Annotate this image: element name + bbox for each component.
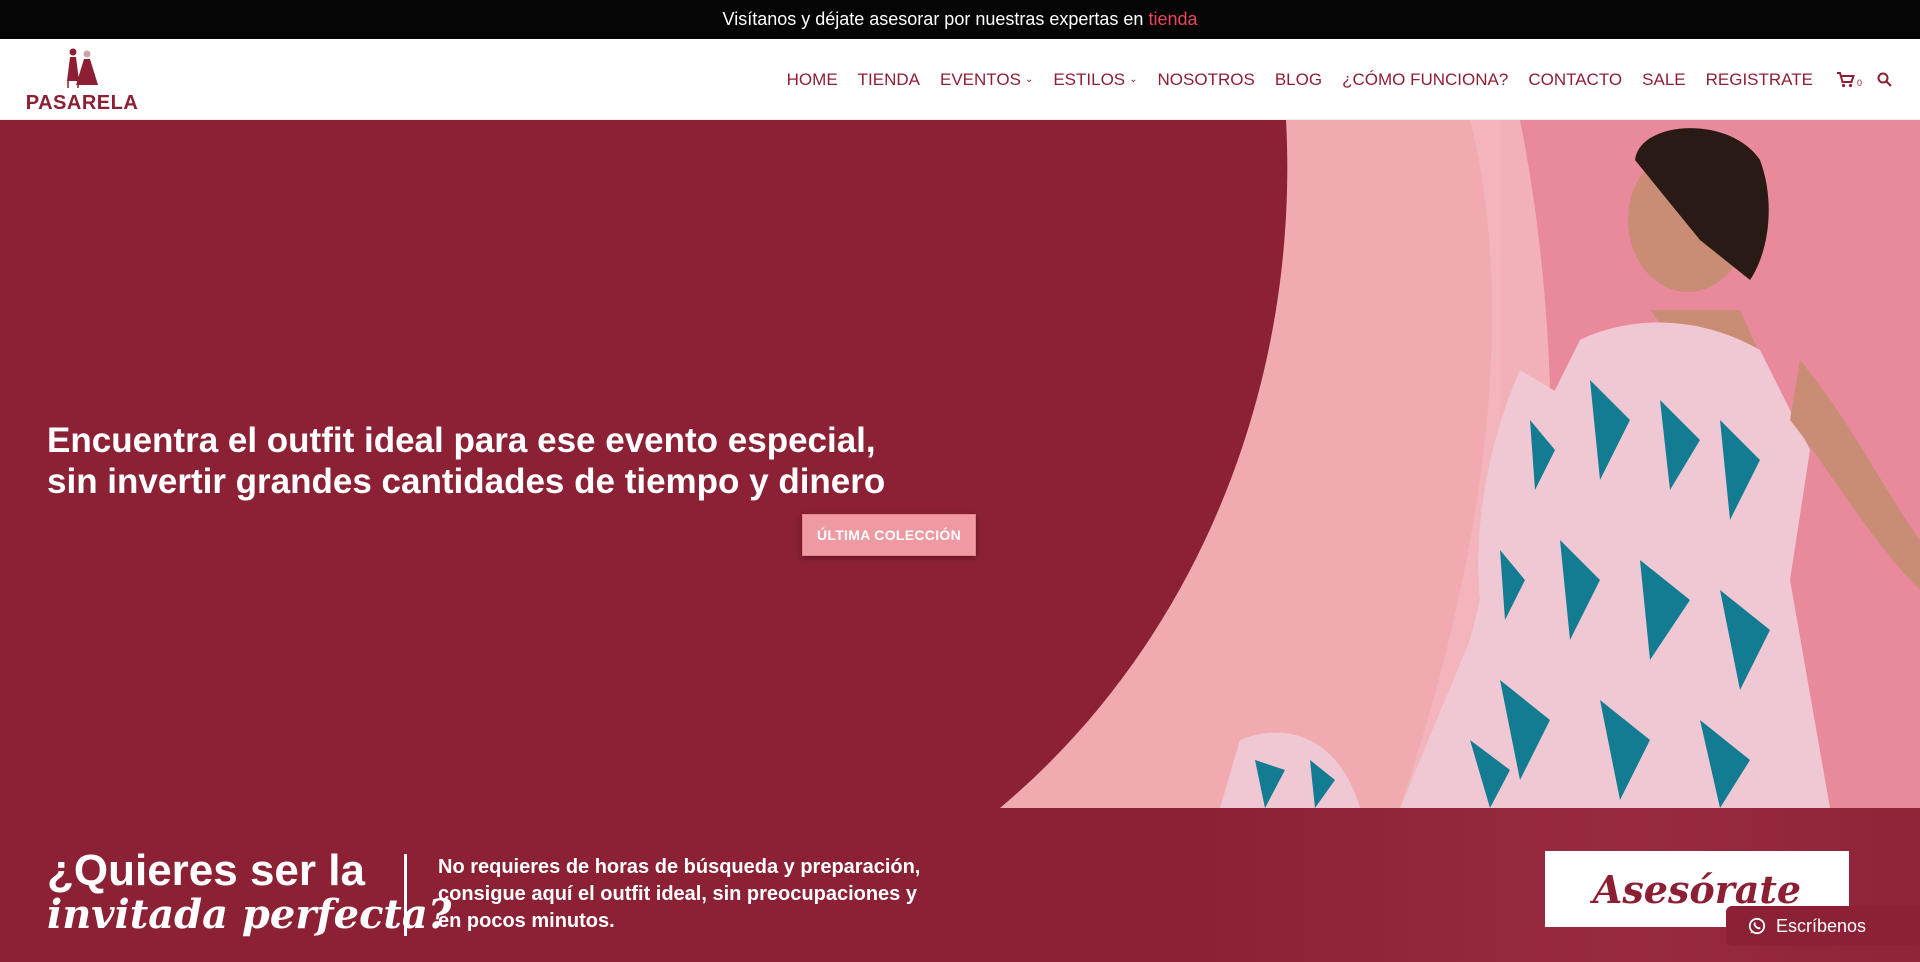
whatsapp-label: Escríbenos — [1776, 915, 1867, 936]
search-button[interactable] — [1877, 72, 1892, 87]
search-icon — [1877, 72, 1892, 87]
hero-title-line1: Encuentra el outfit ideal para ese event… — [47, 421, 876, 460]
band-text-line2: consigue aquí el outfit ideal, sin preoc… — [438, 883, 917, 905]
nav-sale-label: SALE — [1642, 69, 1686, 89]
chevron-down-icon: ⌄ — [1024, 74, 1034, 85]
nav-registrate-label: REGISTRATE — [1705, 69, 1813, 89]
cart-icon — [1837, 71, 1855, 87]
nav-contacto[interactable]: CONTACTO — [1528, 70, 1622, 90]
nav-estilos[interactable]: ESTILOS ⌄ — [1053, 70, 1137, 90]
nav-blog[interactable]: BLOG — [1275, 70, 1322, 90]
nav-home[interactable]: HOME — [787, 70, 838, 90]
band-heading-line1: ¿Quieres ser la — [47, 846, 365, 895]
cart-button[interactable]: 0 — [1837, 71, 1862, 88]
hero-title: Encuentra el outfit ideal para ese event… — [47, 420, 1007, 502]
cart-count: 0 — [1857, 77, 1863, 88]
nav-eventos[interactable]: EVENTOS ⌄ — [940, 70, 1033, 90]
site-header: PASARELA HOME TIENDA EVENTOS ⌄ ESTILOS ⌄ N… — [0, 39, 1920, 120]
nav-nosotros[interactable]: NOSOTROS — [1158, 70, 1255, 90]
nav-contacto-label: CONTACTO — [1528, 69, 1623, 89]
nav-registrate[interactable]: REGISTRATE — [1706, 70, 1813, 90]
chevron-down-icon: ⌄ — [1129, 74, 1138, 85]
band-divider — [404, 854, 407, 936]
nav-sale[interactable]: SALE — [1642, 70, 1685, 90]
logo[interactable]: PASARELA — [20, 47, 144, 115]
latest-collection-button[interactable]: ÚLTIMA COLECCIÓN — [802, 514, 976, 556]
band-text-line3: en pocos minutos. — [438, 910, 615, 932]
main-nav: HOME TIENDA EVENTOS ⌄ ESTILOS ⌄ NOSOTROS B… — [767, 39, 1892, 120]
band-text-line1: No requieres de horas de búsqueda y prep… — [438, 856, 921, 878]
nav-eventos-label: EVENTOS — [940, 69, 1021, 89]
announcement-text: Visítanos y déjate asesorar por nuestras… — [722, 9, 1144, 29]
band-heading-line2: invitada perfecta? — [47, 891, 452, 938]
band-description: No requieres de horas de búsqueda y prep… — [438, 854, 998, 935]
nav-blog-label: BLOG — [1274, 69, 1323, 89]
nav-tienda[interactable]: TIENDA — [858, 70, 920, 90]
asesorate-label: Asesórate — [1592, 866, 1802, 912]
hero-banner: Encuentra el outfit ideal para ese event… — [0, 120, 1920, 808]
nav-como-funciona-label: ¿CÓMO FUNCIONA? — [1342, 69, 1509, 89]
logo-text: PASARELA — [25, 92, 139, 114]
whatsapp-icon — [1748, 917, 1766, 935]
nav-nosotros-label: NOSOTROS — [1157, 69, 1255, 89]
hero-title-line2: sin invertir grandes cantidades de tiemp… — [47, 462, 886, 501]
perfect-guest-band: ¿Quieres ser la invitada perfecta? No re… — [0, 808, 1920, 962]
nav-tienda-label: TIENDA — [857, 69, 920, 89]
announcement-bar: Visítanos y déjate asesorar por nuestras… — [0, 0, 1920, 39]
band-heading: ¿Quieres ser la invitada perfecta? — [47, 848, 451, 936]
whatsapp-chat-button[interactable]: Escríbenos — [1726, 906, 1920, 946]
announcement-store-link[interactable]: tienda — [1148, 9, 1197, 30]
nav-home-label: HOME — [786, 69, 838, 89]
nav-como-funciona[interactable]: ¿CÓMO FUNCIONA? — [1342, 70, 1508, 90]
logo-figures-icon — [67, 48, 98, 88]
nav-estilos-label: ESTILOS — [1053, 69, 1126, 89]
